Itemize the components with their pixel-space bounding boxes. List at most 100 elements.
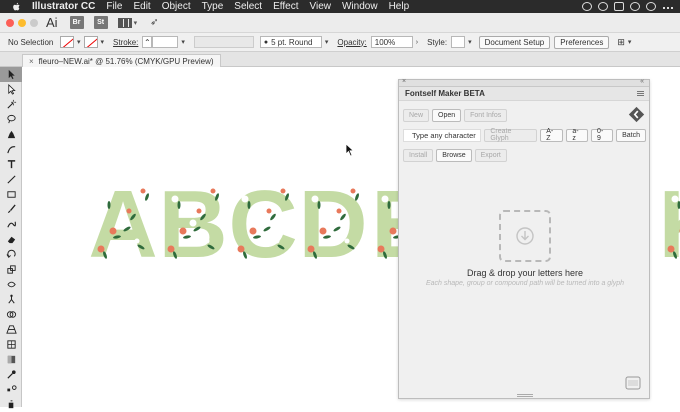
selection-tool[interactable] <box>0 67 22 82</box>
menu-view[interactable]: View <box>309 1 331 12</box>
menu-object[interactable]: Object <box>162 1 191 12</box>
browse-button[interactable]: Browse <box>436 149 471 162</box>
drop-zone[interactable]: Drag & drop your letters here Each shape… <box>399 210 651 287</box>
mesh-tool[interactable] <box>0 337 22 352</box>
close-window-icon[interactable] <box>6 19 14 27</box>
close-tab-icon[interactable]: × <box>29 57 34 66</box>
chevron-down-icon[interactable]: ▾ <box>628 38 632 46</box>
paintbrush-tool[interactable] <box>0 202 22 217</box>
gradient-tool[interactable] <box>0 352 22 367</box>
rotate-tool[interactable] <box>0 247 22 262</box>
fill-swatch[interactable] <box>60 36 74 48</box>
shape-builder-tool[interactable] <box>0 307 22 322</box>
bridge-button[interactable]: Br <box>70 16 84 29</box>
arrange-icon[interactable]: ⊞ <box>617 37 625 48</box>
leaf <box>388 201 391 209</box>
minimize-window-icon[interactable] <box>18 19 26 27</box>
chevron-down-icon[interactable]: ▾ <box>101 38 105 46</box>
time-machine-icon[interactable] <box>630 2 640 11</box>
style-label: Style: <box>427 38 447 47</box>
direct-selection-icon <box>6 84 17 95</box>
chevron-down-icon[interactable]: ▾ <box>181 38 185 46</box>
chevron-down-icon[interactable]: ▾ <box>468 38 472 46</box>
resize-grip-icon[interactable] <box>517 394 533 397</box>
width-tool[interactable] <box>0 277 22 292</box>
paintbrush-icon <box>6 204 17 215</box>
type-tool[interactable] <box>0 157 22 172</box>
document-tab[interactable]: × fleuro–NEW.ai* @ 51.76% (CMYK/GPU Prev… <box>22 54 221 67</box>
gpu-performance-icon[interactable]: ➶ <box>150 17 158 28</box>
macos-menu-bar: Illustrator CC File Edit Object Type Sel… <box>0 0 680 13</box>
install-button[interactable]: Install <box>403 149 433 162</box>
zoom-window-icon[interactable] <box>30 19 38 27</box>
font-infos-button[interactable]: Font Infos <box>464 109 507 122</box>
brush-dot-icon: ● <box>264 39 268 46</box>
symbol-sprayer-tool[interactable] <box>0 397 22 412</box>
brush-select[interactable]: ● 5 pt. Round <box>260 36 322 48</box>
chevron-down-icon[interactable]: ▾ <box>77 38 81 46</box>
magic-wand-tool[interactable] <box>0 97 22 112</box>
menu-select[interactable]: Select <box>234 1 262 12</box>
perspective-tool[interactable] <box>0 322 22 337</box>
flower <box>260 220 267 227</box>
sync-icon[interactable] <box>614 2 624 11</box>
stroke-swatch[interactable] <box>84 36 98 48</box>
fontself-logo-icon[interactable] <box>628 106 645 123</box>
flower <box>672 196 679 203</box>
stock-button[interactable]: St <box>94 16 108 29</box>
scale-tool[interactable] <box>0 262 22 277</box>
panel-row-export: Install Browse Export <box>399 147 649 163</box>
document-setup-button[interactable]: Document Setup <box>479 36 551 49</box>
puppet-warp-tool[interactable] <box>0 292 22 307</box>
menu-help[interactable]: Help <box>389 1 410 12</box>
lowercase-button[interactable]: a-z <box>566 129 588 142</box>
style-swatch[interactable] <box>451 36 465 48</box>
direct-selection-tool[interactable] <box>0 82 22 97</box>
drop-target[interactable] <box>499 210 551 262</box>
digits-button[interactable]: 0-9 <box>591 129 613 142</box>
open-button[interactable]: Open <box>432 109 461 122</box>
creative-cloud-icon[interactable] <box>598 2 608 11</box>
pen-tool[interactable] <box>0 127 22 142</box>
keyboard-icon[interactable] <box>625 375 641 391</box>
eraser-icon <box>6 234 17 245</box>
arrange-documents-button[interactable]: ▾ <box>118 18 141 28</box>
uppercase-button[interactable]: A-Z <box>540 129 563 142</box>
app-menu[interactable]: Illustrator CC <box>32 1 95 12</box>
curvature-tool[interactable] <box>0 142 22 157</box>
shaper-tool[interactable] <box>0 217 22 232</box>
panel-drag-bar[interactable]: × « <box>399 80 649 87</box>
menu-type[interactable]: Type <box>202 1 224 12</box>
blend-tool[interactable] <box>0 382 22 397</box>
battery-icon[interactable] <box>646 2 656 11</box>
panel-menu-icon[interactable] <box>637 91 644 96</box>
chevron-down-icon[interactable]: ▾ <box>325 38 329 46</box>
export-button[interactable]: Export <box>475 149 507 162</box>
menu-window[interactable]: Window <box>342 1 378 12</box>
menu-file[interactable]: File <box>106 1 122 12</box>
batch-button[interactable]: Batch <box>616 129 646 142</box>
preferences-button[interactable]: Preferences <box>554 36 609 49</box>
stroke-weight-stepper[interactable]: ⌃ <box>142 36 152 48</box>
rectangle-tool[interactable] <box>0 187 22 202</box>
more-icon[interactable] <box>662 1 674 12</box>
illustrator-logo: Ai <box>46 15 58 30</box>
flower <box>382 196 389 203</box>
apple-menu-icon[interactable] <box>10 2 22 12</box>
collapse-panel-icon[interactable]: « <box>640 78 644 85</box>
opacity-input[interactable]: 100% <box>371 36 413 48</box>
status-icon[interactable] <box>582 2 592 11</box>
menu-effect[interactable]: Effect <box>273 1 298 12</box>
eyedropper-tool[interactable] <box>0 367 22 382</box>
eraser-tool[interactable] <box>0 232 22 247</box>
create-glyph-button[interactable]: Create Glyph <box>484 129 537 142</box>
chevron-right-icon[interactable]: › <box>416 39 418 46</box>
new-button[interactable]: New <box>403 109 429 122</box>
character-input[interactable]: Type any character <box>403 129 481 142</box>
arrange-grid-icon <box>118 18 132 28</box>
panel-close-icon[interactable]: × <box>402 78 406 85</box>
menu-edit[interactable]: Edit <box>133 1 150 12</box>
lasso-tool[interactable] <box>0 112 22 127</box>
line-tool[interactable] <box>0 172 22 187</box>
stroke-weight-input[interactable] <box>152 36 178 48</box>
